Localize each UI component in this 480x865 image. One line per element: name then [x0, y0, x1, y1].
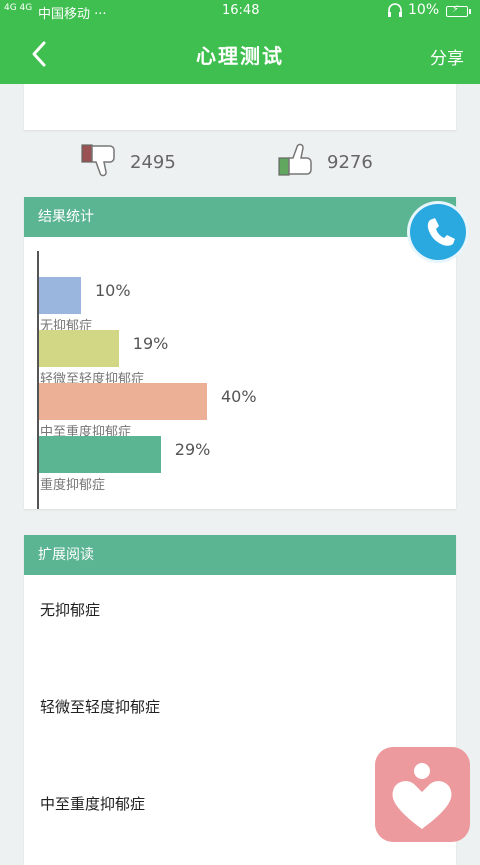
reading-header: 扩展阅读: [24, 535, 456, 575]
result-percent-label: 19%: [132, 334, 169, 353]
result-bar: [39, 330, 119, 367]
reading-item-moderate-depression[interactable]: 中至重度抑郁症: [40, 793, 145, 814]
battery-icon: ⚡: [446, 4, 471, 17]
share-button[interactable]: 分享: [430, 44, 464, 69]
phone-icon: [410, 218, 466, 264]
call-button[interactable]: [410, 204, 466, 260]
signal-indicator: 4G 4G: [4, 3, 33, 13]
results-statistics-card: 结果统计 10% 无抑郁症 19% 轻微至轻度抑郁症 40% 中至重度抑郁症 29% 重度抑郁…: [24, 197, 456, 509]
result-bar: [39, 436, 161, 473]
result-percent-label: 40%: [221, 387, 257, 406]
dislike-count: 2495: [130, 151, 176, 173]
results-header: 结果统计: [24, 197, 456, 237]
like-button[interactable]: 9276: [277, 142, 373, 182]
nav-bar: 心理测试 分享: [0, 24, 480, 84]
reading-item-mild-depression[interactable]: 轻微至轻度抑郁症: [40, 696, 160, 717]
status-time: 16:48: [222, 3, 260, 18]
thumbs-down-icon: [80, 142, 120, 182]
thumbs-up-icon: [277, 142, 317, 182]
page-title: 心理测试: [196, 44, 284, 68]
result-percent-label: 10%: [95, 281, 131, 300]
results-bar-chart: 10% 无抑郁症 19% 轻微至轻度抑郁症 40% 中至重度抑郁症 29% 重度抑郁症: [24, 237, 456, 509]
result-category-label: 重度抑郁症: [40, 478, 106, 493]
result-bar: [39, 277, 81, 314]
result-bar: [39, 383, 207, 420]
headset-icon: [386, 2, 404, 24]
result-percent-label: 29%: [174, 440, 211, 459]
carrier-name: 中国移动 ···: [38, 7, 107, 22]
test-content-card: [24, 84, 456, 130]
status-bar: 4G 4G 中国移动 ··· 16:48 10% ⚡: [0, 0, 480, 24]
like-count: 9276: [327, 151, 373, 173]
battery-percent: 10%: [408, 2, 440, 18]
reading-item-no-depression[interactable]: 无抑郁症: [40, 599, 100, 620]
heart-button[interactable]: [375, 747, 470, 842]
dislike-button[interactable]: 2495: [80, 144, 176, 180]
heart-icon: [375, 763, 470, 846]
